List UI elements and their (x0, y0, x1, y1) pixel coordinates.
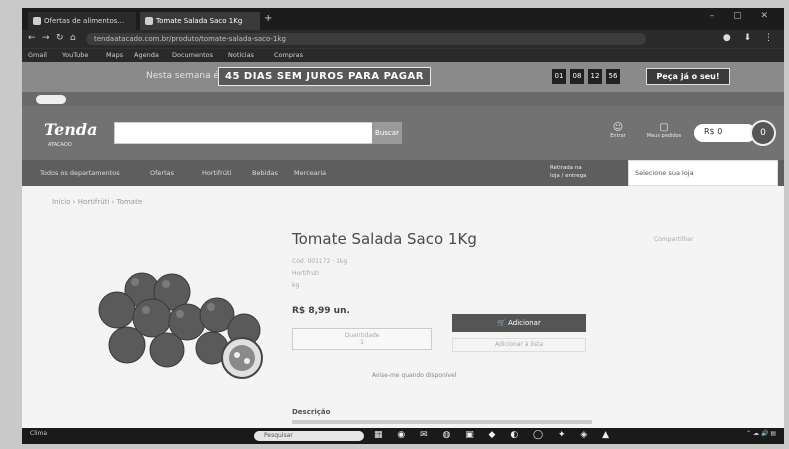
category-item[interactable]: Todos os departamentos (40, 169, 120, 177)
bookmark-item[interactable]: Documentos (172, 51, 213, 59)
top-sub-nav (22, 92, 784, 106)
weather-widget[interactable]: Clima (30, 431, 47, 437)
home-icon[interactable]: ⌂ (70, 33, 76, 43)
search-button[interactable]: Buscar (372, 122, 402, 144)
cart-total[interactable]: R$ 0 (694, 124, 756, 142)
bookmark-item[interactable]: Compras (274, 51, 303, 59)
back-icon[interactable]: ← (28, 33, 36, 43)
orders-button[interactable]: ▢ Meus pedidos (642, 122, 686, 139)
favicon-icon (145, 17, 153, 25)
promo-cta-button[interactable]: Peça já o seu! (646, 68, 730, 85)
category-item[interactable]: Ofertas (150, 169, 174, 177)
extensions-icons[interactable]: ● ⬇ ⋮ (723, 33, 778, 43)
bookmarks-bar: Gmail YouTube Maps Agenda Documentos Not… (22, 48, 784, 62)
countdown-box: 01 (552, 69, 566, 84)
product-image (98, 272, 263, 379)
taskbar-app-icons[interactable]: ▦ ◉ ✉ ◍ ▣ ◆ ◐ ◯ ✦ ◈ ▲ (374, 430, 615, 440)
orders-label: Meus pedidos (646, 133, 682, 139)
store-selector[interactable]: Selecione sua loja (628, 160, 778, 186)
sub-nav-pill[interactable] (36, 95, 66, 104)
tomato-shape (108, 326, 146, 364)
reload-icon[interactable]: ↻ (56, 33, 64, 43)
category-bar: Todos os departamentos Ofertas Hortifrút… (22, 160, 784, 186)
system-tray[interactable]: ⌃ ☁ 🔊 ▤ (746, 430, 776, 437)
breadcrumb[interactable]: Início › Hortifrúti › Tomate (52, 198, 142, 206)
cart-count-badge[interactable]: 0 (750, 120, 776, 146)
description-heading: Descrição (292, 408, 331, 416)
url-field[interactable]: tendaatacado.com.br/produto/tomate-salad… (86, 33, 646, 45)
countdown-box: 12 (588, 69, 602, 84)
promo-prefix: Nesta semana é (146, 71, 219, 81)
bookmark-item[interactable]: Agenda (134, 51, 159, 59)
category-item[interactable]: Mercearia (294, 169, 326, 177)
screen: Ofertas de alimentos... Tomate Salada Sa… (22, 8, 784, 444)
os-taskbar: Clima Pesquisar ▦ ◉ ✉ ◍ ▣ ◆ ◐ ◯ ✦ ◈ ▲ ⌃ … (22, 428, 784, 444)
product-title: Tomate Salada Saco 1Kg (292, 230, 477, 248)
tomato-shape (149, 332, 185, 368)
tomato-half-inner (229, 345, 255, 371)
bookmark-item[interactable]: Gmail (28, 51, 47, 59)
forward-icon[interactable]: → (42, 33, 50, 43)
tab-title: Ofertas de alimentos... (44, 17, 125, 25)
photo-frame: Ofertas de alimentos... Tomate Salada Sa… (0, 0, 789, 449)
add-to-cart-label: Adicionar (508, 319, 541, 327)
quantity-stepper[interactable]: Quantidade 1 (292, 328, 432, 350)
add-to-list-button[interactable]: Adicionar à lista (452, 338, 586, 352)
product-price: R$ 8,99 un. (292, 306, 350, 316)
new-tab-button[interactable]: + (264, 13, 272, 24)
product-brand: Hortifruti (292, 270, 320, 277)
quantity-value[interactable]: 1 (360, 339, 364, 346)
search-input[interactable] (114, 122, 374, 144)
category-item[interactable]: Bebidas (252, 169, 278, 177)
browser-tab-active[interactable]: Tomate Salada Saco 1Kg (140, 12, 260, 30)
quantity-label: Quantidade (344, 332, 380, 339)
tab-title: Tomate Salada Saco 1Kg (156, 17, 243, 25)
category-item[interactable]: Hortifrúti (202, 169, 231, 177)
delivery-info[interactable]: Retirada na loja / entrega (550, 164, 587, 180)
tomato-shape (98, 291, 136, 329)
store-header: Tenda ATACADO Buscar ☺ Entrar ▢ Meus ped… (22, 106, 784, 160)
delivery-line: Retirada na (550, 165, 582, 171)
notify-link[interactable]: Avise-me quando disponível (372, 372, 456, 379)
promo-headline: 45 DIAS SEM JUROS PARA PAGAR (218, 67, 431, 86)
store-logo-sub: ATACADO (48, 142, 72, 148)
taskbar-search-input[interactable]: Pesquisar (254, 431, 364, 441)
countdown-box: 56 (606, 69, 620, 84)
cart-icon: 🛒 (497, 319, 509, 327)
bookmark-item[interactable]: Notícias (228, 51, 254, 59)
account-label: Entrar (610, 133, 626, 139)
share-link[interactable]: Compartilhar (654, 236, 693, 243)
bookmark-item[interactable]: Maps (106, 51, 123, 59)
address-bar-row: ← → ↻ ⌂ tendaatacado.com.br/produto/toma… (22, 30, 784, 48)
delivery-line: loja / entrega (550, 173, 587, 179)
description-text-line (292, 420, 592, 424)
bookmark-item[interactable]: YouTube (62, 51, 88, 59)
browser-tab-bar: Ofertas de alimentos... Tomate Salada Sa… (22, 8, 784, 30)
add-to-cart-button[interactable]: 🛒 Adicionar (452, 314, 586, 332)
account-button[interactable]: ☺ Entrar (596, 122, 640, 139)
browser-tab[interactable]: Ofertas de alimentos... (28, 12, 136, 30)
countdown-box: 08 (570, 69, 584, 84)
product-code: Cód. 001172 · 1kg (292, 258, 348, 265)
promo-banner[interactable]: Nesta semana é 45 DIAS SEM JUROS PARA PA… (22, 62, 784, 92)
favicon-icon (33, 17, 41, 25)
box-icon: ▢ (659, 122, 669, 133)
product-unit: kg (292, 282, 300, 289)
window-controls[interactable]: – ▢ ✕ (710, 11, 776, 21)
user-icon: ☺ (612, 122, 624, 133)
